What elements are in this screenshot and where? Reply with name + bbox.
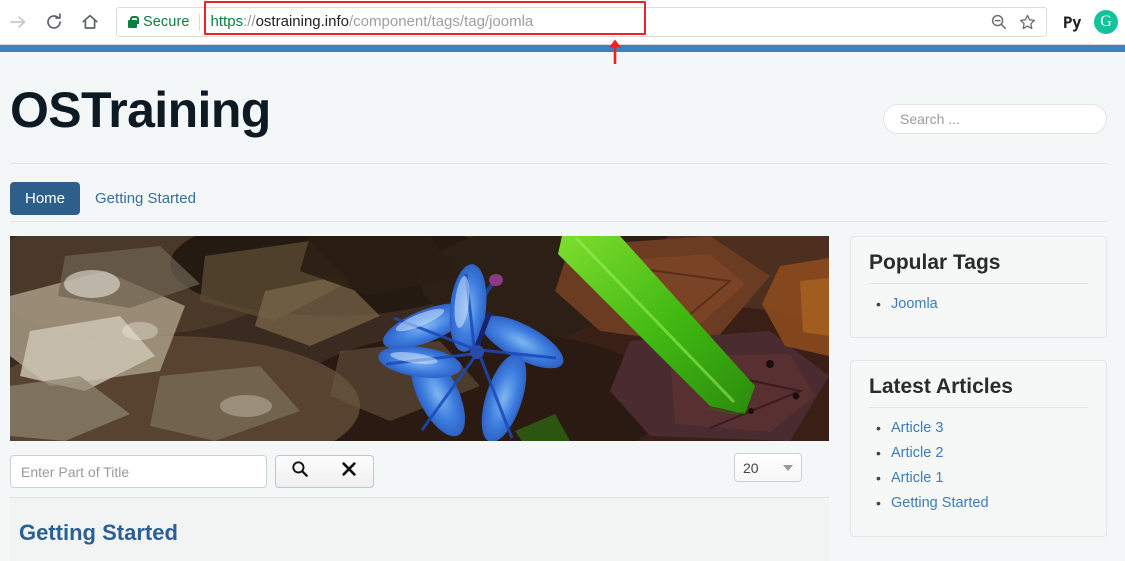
lock-icon — [127, 16, 139, 28]
list-item[interactable]: Article 3 — [869, 416, 1088, 441]
tag-link-joomla[interactable]: Joomla — [891, 296, 938, 312]
list-item[interactable]: Joomla — [869, 292, 1088, 317]
module-title: Latest Articles — [869, 375, 1013, 399]
article-link-4[interactable]: Getting Started — [891, 495, 989, 511]
url-path: /component/tags/tag/joomla — [349, 13, 534, 30]
list-item[interactable]: Getting Started — [10, 498, 829, 561]
search-input[interactable] — [883, 104, 1107, 134]
module-title: Popular Tags — [869, 251, 1001, 274]
grammarly-label: G — [1094, 10, 1118, 34]
main-navigation: Home Getting Started — [10, 182, 211, 215]
x-icon — [341, 461, 357, 482]
url-field[interactable]: https://ostraining.info/component/tags/t… — [200, 1, 986, 37]
star-icon[interactable] — [1014, 9, 1040, 35]
url-scheme: https — [210, 13, 244, 30]
grammarly-icon[interactable]: G — [1089, 4, 1123, 40]
filter-title-input[interactable] — [10, 455, 267, 488]
reload-icon[interactable] — [36, 4, 72, 40]
url-separator: :// — [243, 13, 256, 30]
security-status-label: Secure — [143, 14, 190, 30]
header-divider — [10, 163, 1107, 164]
nav-item-home[interactable]: Home — [10, 182, 81, 215]
url-host: ostraining.info — [255, 13, 349, 30]
main-content-column: 20 Getting Started — [10, 236, 829, 561]
popular-tags-list: Joomla — [869, 292, 1088, 317]
filter-bar: 20 — [10, 450, 829, 497]
list-item[interactable]: Getting Started — [869, 491, 1088, 516]
sidebar: Popular Tags Joomla Latest Articles Arti… — [850, 236, 1107, 559]
results-per-page-value: 20 — [743, 459, 759, 476]
module-divider — [869, 407, 1088, 409]
module-divider — [869, 283, 1088, 285]
page-viewport: OSTraining Home Getting Started — [0, 45, 1125, 561]
article-link-1[interactable]: Article 3 — [891, 420, 943, 436]
magnifier-icon — [291, 460, 309, 483]
page-body: OSTraining Home Getting Started — [0, 52, 1125, 561]
nav-divider — [10, 221, 1107, 222]
module-popular-tags: Popular Tags Joomla — [850, 236, 1107, 339]
module-latest-articles: Latest Articles Article 3 Article 2 Arti… — [850, 360, 1107, 538]
omnibox-actions — [986, 9, 1046, 35]
article-link-3[interactable]: Article 1 — [891, 470, 943, 486]
site-top-accent-bar — [0, 45, 1125, 52]
list-item-title[interactable]: Getting Started — [19, 522, 178, 544]
results-per-page-select[interactable]: 20 — [734, 453, 802, 482]
address-bar[interactable]: Secure https://ostraining.info/component… — [116, 1, 1047, 37]
nav-item-getting-started[interactable]: Getting Started — [80, 182, 211, 215]
filter-search-button[interactable] — [275, 455, 325, 488]
hero-image-graphic — [10, 236, 829, 441]
filter-clear-button[interactable] — [324, 455, 374, 488]
py-extension-label: Py — [1062, 12, 1082, 32]
article-link-2[interactable]: Article 2 — [891, 445, 943, 461]
home-icon[interactable] — [72, 4, 108, 40]
list-item[interactable]: Article 1 — [869, 466, 1088, 491]
hero-image — [10, 236, 829, 441]
browser-toolbar: Secure https://ostraining.info/component… — [0, 0, 1125, 44]
security-badge[interactable]: Secure — [117, 14, 199, 30]
chevron-down-icon — [783, 464, 793, 471]
list-item[interactable]: Article 2 — [869, 441, 1088, 466]
latest-articles-list: Article 3 Article 2 Article 1 Getting St… — [869, 416, 1088, 516]
forward-arrow-icon[interactable] — [0, 4, 36, 40]
site-header: OSTraining — [0, 52, 1125, 168]
page-title: OSTraining — [10, 82, 271, 138]
url-text: https://ostraining.info/component/tags/t… — [200, 7, 534, 37]
zoom-out-icon[interactable] — [986, 9, 1012, 35]
py-extension-icon[interactable]: Py — [1055, 4, 1089, 40]
